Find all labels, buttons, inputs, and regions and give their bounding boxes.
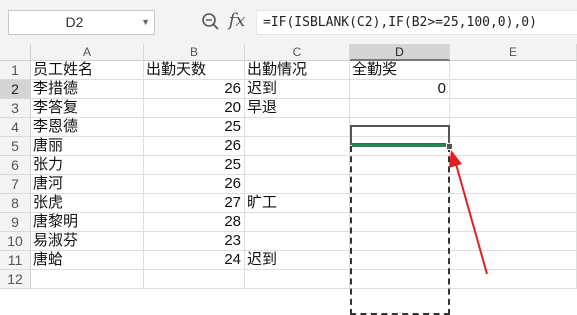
active-cell-underline: [352, 144, 448, 147]
row-header-3[interactable]: 3: [0, 99, 31, 118]
cell-c4[interactable]: [245, 118, 350, 137]
select-all-corner[interactable]: [0, 44, 31, 61]
cell-b5[interactable]: 26: [144, 137, 245, 156]
formula-input[interactable]: =IF(ISBLANK(C2),IF(B2>=25,100,0),0): [256, 10, 577, 35]
cell-a11[interactable]: 唐蛤: [31, 251, 144, 270]
cell-c8[interactable]: 旷工: [245, 194, 350, 213]
row-header-7[interactable]: 7: [0, 175, 31, 194]
row-header-1[interactable]: 1: [0, 61, 31, 80]
cell-e4[interactable]: [450, 118, 577, 137]
cell-c1[interactable]: 出勤情况: [245, 61, 350, 80]
cell-a6[interactable]: 张力: [31, 156, 144, 175]
cell-b2[interactable]: 26: [144, 80, 245, 99]
column-header-e[interactable]: E: [450, 44, 577, 61]
row-header-5[interactable]: 5: [0, 137, 31, 156]
cell-a12[interactable]: [31, 270, 144, 289]
cell-e2[interactable]: [450, 80, 577, 99]
cell-c3[interactable]: 早退: [245, 99, 350, 118]
row-header-9[interactable]: 9: [0, 213, 31, 232]
cell-a1[interactable]: 员工姓名: [31, 61, 144, 80]
cell-c9[interactable]: [245, 213, 350, 232]
cell-c7[interactable]: [245, 175, 350, 194]
copy-marquee: [350, 146, 450, 315]
name-box[interactable]: D2 ▼: [8, 10, 155, 35]
cell-d1[interactable]: 全勤奖: [350, 61, 450, 80]
cell-e3[interactable]: [450, 99, 577, 118]
cell-a5[interactable]: 唐丽: [31, 137, 144, 156]
cell-b6[interactable]: 25: [144, 156, 245, 175]
cell-a7[interactable]: 唐河: [31, 175, 144, 194]
formula-bar: D2 ▼ fx =IF(ISBLANK(C2),IF(B2>=25,100,0)…: [0, 0, 577, 44]
fx-icon[interactable]: fx: [226, 10, 248, 34]
cell-c2[interactable]: 迟到: [245, 80, 350, 99]
cell-c10[interactable]: [245, 232, 350, 251]
spreadsheet-grid: A B C D E 1 员工姓名 出勤天数 出勤情况 全勤奖 2 李措德 26 迟到 0 3 李答复 2…: [0, 44, 577, 315]
row-header-10[interactable]: 10: [0, 232, 31, 251]
chevron-down-icon[interactable]: ▼: [141, 11, 150, 34]
row-header-11[interactable]: 11: [0, 251, 31, 270]
cell-c6[interactable]: [245, 156, 350, 175]
cell-a3[interactable]: 李答复: [31, 99, 144, 118]
name-box-value: D2: [65, 14, 84, 30]
active-cell-border: [350, 125, 450, 145]
cell-b9[interactable]: 28: [144, 213, 245, 232]
cell-a10[interactable]: 易淑芬: [31, 232, 144, 251]
cell-e1[interactable]: [450, 61, 577, 80]
cell-b4[interactable]: 25: [144, 118, 245, 137]
red-arrow-annotation: [449, 150, 488, 275]
cell-b12[interactable]: [144, 270, 245, 289]
cell-a4[interactable]: 李恩德: [31, 118, 144, 137]
cell-a2[interactable]: 李措德: [31, 80, 144, 99]
cell-b11[interactable]: 24: [144, 251, 245, 270]
row-header-8[interactable]: 8: [0, 194, 31, 213]
cell-d2[interactable]: 0: [350, 80, 450, 99]
row-header-6[interactable]: 6: [0, 156, 31, 175]
cell-b7[interactable]: 26: [144, 175, 245, 194]
cell-b8[interactable]: 27: [144, 194, 245, 213]
row-header-4[interactable]: 4: [0, 118, 31, 137]
cell-c11[interactable]: 迟到: [245, 251, 350, 270]
cell-a9[interactable]: 唐黎明: [31, 213, 144, 232]
row-header-2[interactable]: 2: [0, 80, 31, 99]
column-header-b[interactable]: B: [144, 44, 245, 61]
cell-c5[interactable]: [245, 137, 350, 156]
cell-b1[interactable]: 出勤天数: [144, 61, 245, 80]
column-header-a[interactable]: A: [31, 44, 144, 61]
row-header-12[interactable]: 12: [0, 270, 31, 289]
cell-b3[interactable]: 20: [144, 99, 245, 118]
cell-b10[interactable]: 23: [144, 232, 245, 251]
formula-text: =IF(ISBLANK(C2),IF(B2>=25,100,0),0): [263, 15, 537, 30]
column-header-c[interactable]: C: [245, 44, 350, 61]
column-header-d[interactable]: D: [350, 44, 450, 61]
magnifier-icon[interactable]: [200, 10, 222, 34]
cell-a8[interactable]: 张虎: [31, 194, 144, 213]
cell-c12[interactable]: [245, 270, 350, 289]
cell-d3[interactable]: [350, 99, 450, 118]
